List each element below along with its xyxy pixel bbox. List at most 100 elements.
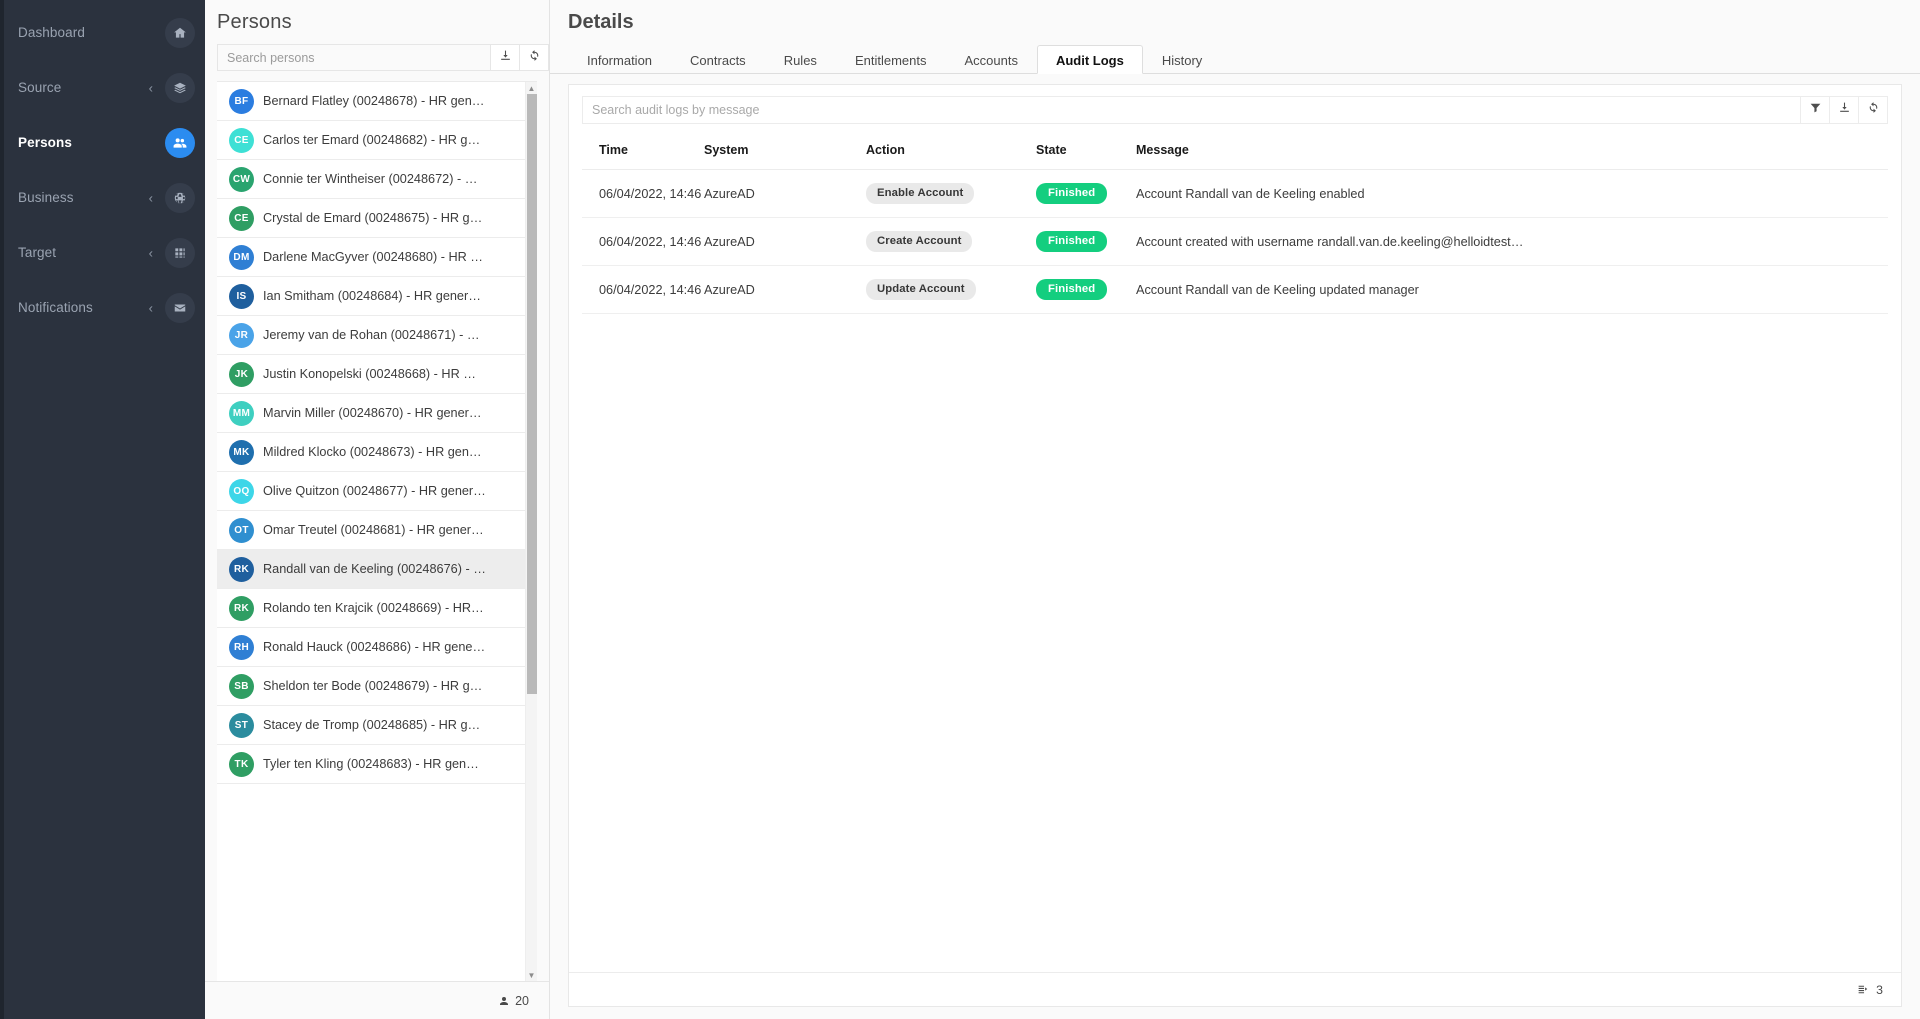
- status-badge: Finished: [1036, 231, 1108, 252]
- search-persons-input[interactable]: [217, 44, 491, 71]
- column-header-system[interactable]: System: [704, 138, 866, 170]
- cell-message: Account Randall van de Keeling updated m…: [1136, 265, 1888, 314]
- action-badge: Update Account: [866, 279, 976, 300]
- person-list-item[interactable]: ST Stacey de Tromp (00248685) - HR g…: [217, 706, 537, 745]
- person-list-item[interactable]: JK Justin Konopelski (00248668) - HR …: [217, 355, 537, 394]
- sidebar-item-notifications[interactable]: Notifications ‹: [4, 287, 205, 328]
- envelope-icon[interactable]: [165, 292, 195, 323]
- person-list-item[interactable]: RK Randall van de Keeling (00248676) - …: [217, 550, 537, 589]
- person-list-item[interactable]: RH Ronald Hauck (00248686) - HR gene…: [217, 628, 537, 667]
- globe-icon[interactable]: [165, 182, 195, 213]
- refresh-persons-button[interactable]: [520, 44, 549, 71]
- person-list-item[interactable]: CE Carlos ter Emard (00248682) - HR g…: [217, 121, 537, 160]
- status-badge: Finished: [1036, 183, 1108, 204]
- person-name: Omar Treutel (00248681) - HR gener…: [263, 523, 484, 537]
- sidebar: Dashboard Source ‹ Persons Business ‹ Ta…: [0, 0, 205, 1019]
- person-list-item[interactable]: IS Ian Smitham (00248684) - HR gener…: [217, 277, 537, 316]
- tab-accounts[interactable]: Accounts: [945, 45, 1036, 74]
- chevron-left-icon[interactable]: ‹: [149, 191, 153, 204]
- scroll-down-arrow-icon[interactable]: ▼: [526, 969, 538, 981]
- person-list-item[interactable]: CE Crystal de Emard (00248675) - HR g…: [217, 199, 537, 238]
- tab-entitlements[interactable]: Entitlements: [836, 45, 946, 74]
- cell-system: AzureAD: [704, 217, 866, 266]
- person-list-item[interactable]: OT Omar Treutel (00248681) - HR gener…: [217, 511, 537, 550]
- cell-action: Create Account: [866, 217, 1036, 266]
- table-row[interactable]: 06/04/2022, 14:46 AzureAD Enable Account Fi…: [582, 169, 1888, 218]
- sidebar-item-source[interactable]: Source ‹: [4, 67, 205, 108]
- audit-logs-tab-panel: TimeSystemActionStateMessage 06/04/2022,…: [568, 84, 1902, 1007]
- cell-state: Finished: [1036, 217, 1136, 266]
- cell-time: 06/04/2022, 14:46: [582, 169, 704, 218]
- table-row[interactable]: 06/04/2022, 14:46 AzureAD Update Account Fi…: [582, 265, 1888, 314]
- rows-icon: [1857, 983, 1870, 996]
- sidebar-item-dashboard[interactable]: Dashboard: [4, 12, 205, 53]
- tab-audit-logs[interactable]: Audit Logs: [1036, 45, 1143, 74]
- export-audit-logs-button[interactable]: [1830, 96, 1859, 124]
- person-list-item[interactable]: RK Rolando ten Krajcik (00248669) - HR…: [217, 589, 537, 628]
- persons-toolbar: [205, 44, 549, 71]
- sidebar-item-label: Dashboard: [18, 25, 85, 40]
- avatar: BF: [229, 88, 254, 114]
- audit-logs-table: Time System Action State Message 06/04/2022,…: [582, 138, 1888, 314]
- column-header-action[interactable]: Action: [866, 138, 1036, 170]
- status-badge: Finished: [1036, 279, 1108, 300]
- grid-icon[interactable]: [165, 237, 195, 268]
- person-list-item[interactable]: BF Bernard Flatley (00248678) - HR gen…: [217, 82, 537, 121]
- table-row[interactable]: 06/04/2022, 14:46 AzureAD Create Account Fi…: [582, 217, 1888, 266]
- layers-icon[interactable]: [165, 72, 195, 103]
- column-header-state[interactable]: State: [1036, 138, 1136, 170]
- cell-message: Account Randall van de Keeling enabled: [1136, 169, 1888, 218]
- home-icon[interactable]: [165, 17, 195, 48]
- column-header-message[interactable]: Message: [1136, 138, 1888, 170]
- avatar: JK: [229, 361, 254, 387]
- details-tabs: Information Contracts Rules Entitlements Acc…: [550, 44, 1920, 74]
- persons-panel-title: Persons: [217, 11, 292, 33]
- sidebar-item-business[interactable]: Business ‹: [4, 177, 205, 218]
- download-icon: [1838, 101, 1851, 119]
- person-list-item[interactable]: MK Mildred Klocko (00248673) - HR gen…: [217, 433, 537, 472]
- person-list-item[interactable]: DM Darlene MacGyver (00248680) - HR …: [217, 238, 537, 277]
- person-list-item[interactable]: SB Sheldon ter Bode (00248679) - HR g…: [217, 667, 537, 706]
- persons-list-container: BF Bernard Flatley (00248678) - HR gen… CE…: [217, 81, 537, 981]
- refresh-audit-logs-button[interactable]: [1859, 96, 1888, 124]
- avatar: RK: [229, 595, 254, 621]
- person-name: Crystal de Emard (00248675) - HR g…: [263, 211, 483, 225]
- person-list-item[interactable]: TK Tyler ten Kling (00248683) - HR gen…: [217, 745, 537, 784]
- cell-action: Enable Account: [866, 169, 1036, 218]
- persons-list-scrollbar[interactable]: ▲ ▼: [525, 82, 537, 981]
- sidebar-item-persons[interactable]: Persons: [4, 122, 205, 163]
- person-list-item[interactable]: JR Jeremy van de Rohan (00248671) - …: [217, 316, 537, 355]
- scrollbar-track[interactable]: [526, 94, 538, 969]
- scroll-up-arrow-icon[interactable]: ▲: [526, 82, 538, 94]
- filter-audit-logs-button[interactable]: [1801, 96, 1830, 124]
- download-icon: [499, 49, 512, 67]
- person-name: Mildred Klocko (00248673) - HR gen…: [263, 445, 482, 459]
- person-list-item[interactable]: CW Connie ter Wintheiser (00248672) - …: [217, 160, 537, 199]
- persons-panel: Persons BF Bernard Flatley (00248678) - H…: [205, 0, 550, 1019]
- people-icon[interactable]: [165, 127, 195, 158]
- sidebar-item-label: Target: [18, 245, 57, 260]
- person-name: Stacey de Tromp (00248685) - HR g…: [263, 718, 481, 732]
- scrollbar-thumb[interactable]: [526, 94, 537, 694]
- export-persons-button[interactable]: [491, 44, 520, 71]
- cell-state: Finished: [1036, 169, 1136, 218]
- chevron-left-icon[interactable]: ‹: [149, 81, 153, 94]
- search-audit-logs-input[interactable]: [582, 96, 1801, 124]
- refresh-icon: [528, 49, 541, 67]
- tab-rules[interactable]: Rules: [765, 45, 836, 74]
- persons-count: 20: [515, 993, 529, 1008]
- tab-history[interactable]: History: [1143, 45, 1221, 74]
- person-list-item[interactable]: OQ Olive Quitzon (00248677) - HR gener…: [217, 472, 537, 511]
- person-name: Sheldon ter Bode (00248679) - HR g…: [263, 679, 483, 693]
- table-empty-space: [569, 314, 1901, 972]
- tab-contracts[interactable]: Contracts: [671, 45, 765, 74]
- column-header-time[interactable]: Time: [582, 138, 704, 170]
- avatar: SB: [229, 673, 254, 699]
- chevron-left-icon[interactable]: ‹: [149, 301, 153, 314]
- tab-information[interactable]: Information: [568, 45, 671, 74]
- sidebar-item-target[interactable]: Target ‹: [4, 232, 205, 273]
- cell-time: 06/04/2022, 14:46: [582, 217, 704, 266]
- person-list-item[interactable]: MM Marvin Miller (00248670) - HR gener…: [217, 394, 537, 433]
- chevron-left-icon[interactable]: ‹: [149, 246, 153, 259]
- sidebar-item-label: Business: [18, 190, 74, 205]
